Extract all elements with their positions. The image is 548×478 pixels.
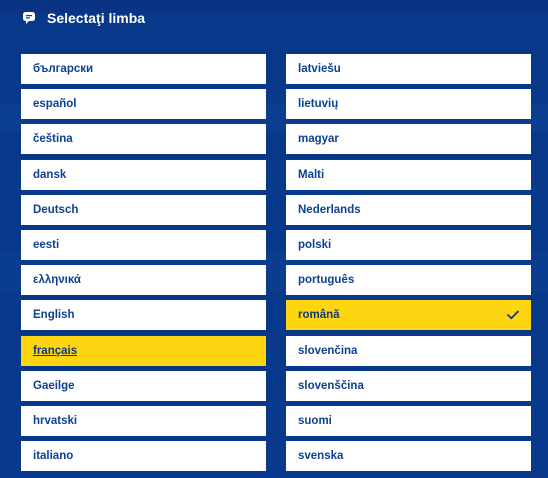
language-dialog: Selectaţi limba български latviešu español… (0, 0, 548, 478)
dialog-header: Selectaţi limba (0, 0, 548, 36)
language-label: slovenščina (298, 379, 364, 392)
language-option-left-3[interactable]: dansk (21, 159, 266, 190)
language-option-right-0[interactable]: latviešu (286, 54, 531, 84)
language-label: български (33, 63, 94, 75)
language-option-left-11[interactable]: italiano (21, 441, 266, 472)
language-option-right-9[interactable]: slovenščina (286, 370, 531, 401)
language-option-right-10[interactable]: suomi (286, 405, 531, 436)
language-option-left-6[interactable]: ελληνικά (21, 265, 266, 296)
language-label: polski (298, 238, 332, 251)
language-option-right-4[interactable]: Nederlands (286, 194, 531, 225)
language-label: português (298, 274, 355, 287)
language-option-left-7[interactable]: English (21, 300, 266, 331)
dialog-title: Selectaţi limba (47, 10, 146, 26)
language-label: română (298, 309, 340, 322)
language-option-right-3[interactable]: Malti (286, 159, 531, 190)
language-label: dansk (33, 168, 67, 181)
language-label: Malti (298, 168, 325, 181)
language-option-left-5[interactable]: eesti (21, 229, 266, 260)
language-label: hrvatski (33, 414, 78, 427)
language-label: slovenčina (298, 344, 358, 357)
language-label: Nederlands (298, 203, 361, 216)
language-label: suomi (298, 414, 332, 427)
language-label: lietuvių (298, 98, 339, 111)
language-label: italiano (33, 450, 74, 463)
language-label: ελληνικά (33, 274, 81, 287)
language-option-right-11[interactable]: svenska (286, 441, 531, 472)
language-option-right-6[interactable]: português (286, 265, 531, 296)
language-option-left-9[interactable]: Gaeilge (21, 370, 266, 401)
language-option-right-1[interactable]: lietuvių (286, 89, 531, 120)
language-option-left-1[interactable]: español (21, 89, 266, 120)
language-option-left-8[interactable]: français (21, 335, 266, 366)
checkmark-icon (507, 310, 519, 320)
language-label: français (33, 344, 78, 357)
language-label: Gaeilge (33, 379, 75, 392)
language-label: Deutsch (33, 203, 79, 216)
language-label: magyar (298, 133, 339, 146)
chat-bubble-icon (22, 11, 36, 25)
language-label: español (33, 98, 77, 111)
language-label: English (33, 309, 75, 322)
language-label: latviešu (298, 63, 341, 75)
language-label: svenska (298, 450, 344, 463)
language-option-right-8[interactable]: slovenčina (286, 335, 531, 366)
language-option-right-5[interactable]: polski (286, 229, 531, 260)
language-label: eesti (33, 238, 60, 251)
language-option-left-4[interactable]: Deutsch (21, 194, 266, 225)
language-label: čeština (33, 133, 73, 146)
language-option-left-10[interactable]: hrvatski (21, 405, 266, 436)
language-option-right-7[interactable]: română (286, 300, 531, 331)
language-option-right-2[interactable]: magyar (286, 124, 531, 155)
language-grid: български latviešu español lietuvių čeština m… (21, 54, 531, 472)
language-option-left-2[interactable]: čeština (21, 124, 266, 155)
language-option-left-0[interactable]: български (21, 54, 266, 84)
